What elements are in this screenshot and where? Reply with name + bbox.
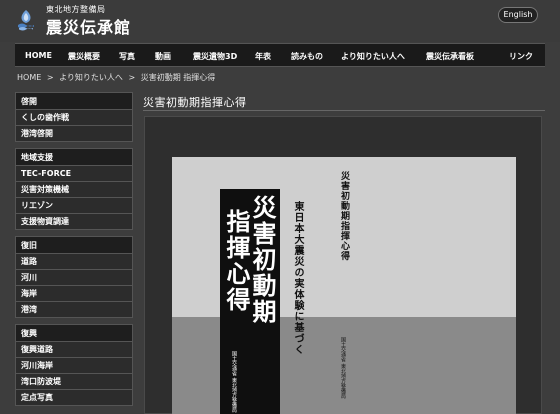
page-title: 災害初動期指揮心得 (143, 96, 247, 109)
nav-learn-more[interactable]: より知りたい人へ (341, 51, 405, 62)
nav-home[interactable]: HOME (25, 51, 52, 60)
page-heading: 災害初動期指揮心得 (143, 91, 545, 111)
main-nav: HOME 震災概要 写真 動画 震災遺物3D 年表 読みもの より知りたい人へ … (15, 43, 545, 67)
sidebar-item[interactable]: 湾口防波堤 (15, 374, 133, 390)
sidebar-item[interactable]: くしの歯作戦 (15, 110, 133, 126)
sidebar-group-reconstruction: 復興 復興道路 河川海岸 湾口防波堤 定点写真 (15, 324, 133, 406)
cover-publisher: 国土交通省 東北地方整備局 (231, 351, 237, 413)
sidebar-item[interactable]: 港湾 (15, 302, 133, 318)
nav-links[interactable]: リンク (509, 51, 533, 62)
breadcrumb-home[interactable]: HOME (17, 73, 41, 82)
sidebar-item[interactable]: 道路 (15, 254, 133, 270)
breadcrumb: HOME > より知りたい人へ > 災害初動期 指揮心得 (17, 72, 218, 83)
sidebar-item[interactable]: 支援物資調達 (15, 214, 133, 230)
logo-icon[interactable] (16, 9, 36, 31)
breadcrumb-separator: > (128, 73, 136, 82)
book-cover-image: 災害初動期 指揮心得 国土交通省 東北地方整備局 東日本大震災の実体験に基づく … (172, 157, 516, 414)
breadcrumb-learn-more[interactable]: より知りたい人へ (59, 73, 123, 82)
sidebar-group-restoration: 復旧 道路 河川 海岸 港湾 (15, 236, 133, 318)
nav-3d-relics[interactable]: 震災遺物3D (193, 51, 237, 62)
sidebar-item[interactable]: リエゾン (15, 198, 133, 214)
nav-videos[interactable]: 動画 (155, 51, 171, 62)
nav-photos[interactable]: 写真 (119, 51, 135, 62)
spine-publisher: 国土交通省 東北地方整備局 (340, 337, 346, 399)
nav-signboards[interactable]: 震災伝承看板 (426, 51, 474, 62)
site-title[interactable]: 震災伝承館 (46, 14, 131, 38)
sidebar-item[interactable]: 災害対策機械 (15, 182, 133, 198)
sidebar-group-regional-support: 地域支援 TEC-FORCE 災害対策機械 リエゾン 支援物資調達 (15, 148, 133, 230)
cover-title-line2: 指揮心得 (222, 209, 251, 313)
spine-title: 災害初動期指揮心得 (339, 171, 349, 261)
sidebar-item[interactable]: 河川海岸 (15, 358, 133, 374)
sidebar-heading[interactable]: 復興 (15, 324, 133, 342)
breadcrumb-current: 災害初動期 指揮心得 (140, 73, 216, 82)
sidebar: 啓開 くしの歯作戦 港湾啓開 地域支援 TEC-FORCE 災害対策機械 リエゾ… (15, 92, 133, 412)
sidebar-item[interactable]: 復興道路 (15, 342, 133, 358)
sidebar-group-clearance: 啓開 くしの歯作戦 港湾啓開 (15, 92, 133, 142)
sidebar-heading[interactable]: 啓開 (15, 92, 133, 110)
sidebar-item[interactable]: 港湾啓開 (15, 126, 133, 142)
nav-timeline[interactable]: 年表 (255, 51, 271, 62)
english-button[interactable]: English (498, 7, 538, 23)
breadcrumb-separator: > (46, 73, 54, 82)
nav-overview[interactable]: 震災概要 (68, 51, 100, 62)
sidebar-heading[interactable]: 復旧 (15, 236, 133, 254)
cover-title-band: 災害初動期 指揮心得 国土交通省 東北地方整備局 (220, 189, 280, 414)
sidebar-item[interactable]: TEC-FORCE (15, 166, 133, 182)
sidebar-item[interactable]: 海岸 (15, 286, 133, 302)
site-header: 東北地方整備局 震災伝承館 English (0, 0, 560, 42)
sidebar-item[interactable]: 河川 (15, 270, 133, 286)
cover-subtitle: 東日本大震災の実体験に基づく (292, 201, 303, 355)
cover-title-line1: 災害初動期 (248, 195, 277, 325)
nav-readings[interactable]: 読みもの (291, 51, 323, 62)
sidebar-heading[interactable]: 地域支援 (15, 148, 133, 166)
sidebar-item[interactable]: 定点写真 (15, 390, 133, 406)
